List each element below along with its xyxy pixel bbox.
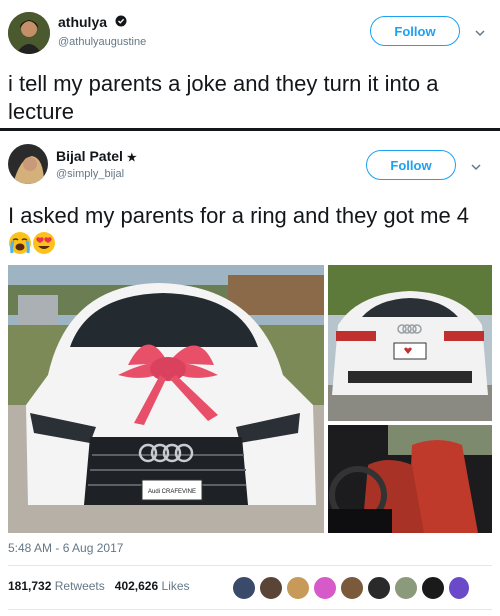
car-photo-main[interactable]: Audi CRAFEVINE bbox=[8, 265, 324, 533]
avatar[interactable] bbox=[286, 576, 310, 600]
car-photo-interior[interactable] bbox=[328, 425, 492, 533]
photo-grid: Audi CRAFEVINE bbox=[8, 265, 492, 533]
likes-label[interactable]: Likes bbox=[162, 579, 190, 593]
chevron-down-icon[interactable] bbox=[474, 26, 486, 38]
car-photo-rear[interactable] bbox=[328, 265, 492, 421]
avatar[interactable] bbox=[259, 576, 283, 600]
avatar[interactable] bbox=[421, 576, 445, 600]
divider bbox=[8, 565, 492, 566]
user-handle[interactable]: @athulyaugustine bbox=[58, 36, 146, 48]
user-handle[interactable]: @simply_bijal bbox=[56, 168, 124, 180]
tweet-2-header: Bijal Patel ★ @simply_bijal Follow bbox=[0, 144, 500, 194]
avatar[interactable] bbox=[232, 576, 256, 600]
divider bbox=[0, 128, 500, 131]
follow-button[interactable]: Follow bbox=[366, 150, 456, 180]
crying-face-icon bbox=[8, 231, 32, 255]
follow-button[interactable]: Follow bbox=[370, 16, 460, 46]
verified-badge-icon bbox=[115, 15, 127, 30]
tweet-1-header: athulya @athulyaugustine Follow bbox=[0, 10, 500, 60]
tweet-timestamp[interactable]: 5:48 AM - 6 Aug 2017 bbox=[8, 541, 123, 555]
avatar[interactable] bbox=[313, 576, 337, 600]
avatar[interactable] bbox=[340, 576, 364, 600]
avatar[interactable] bbox=[8, 144, 48, 184]
retweets-count[interactable]: 181,732 bbox=[8, 579, 51, 593]
display-name[interactable]: Bijal Patel ★ bbox=[56, 148, 137, 164]
chevron-down-icon[interactable] bbox=[470, 160, 482, 172]
star-icon: ★ bbox=[126, 152, 137, 164]
heart-eyes-face-icon bbox=[32, 231, 56, 255]
retweets-label[interactable]: Retweets bbox=[55, 579, 105, 593]
tweet-text: I asked my parents for a ring and they g… bbox=[8, 202, 492, 258]
avatar[interactable] bbox=[394, 576, 418, 600]
tweet-text: i tell my parents a joke and they turn i… bbox=[8, 71, 439, 124]
avatar[interactable] bbox=[448, 576, 470, 600]
svg-text:Audi CRAFEVINE: Audi CRAFEVINE bbox=[148, 489, 196, 495]
display-name[interactable]: athulya bbox=[58, 14, 127, 30]
likes-count[interactable]: 402,626 bbox=[115, 579, 158, 593]
avatar[interactable] bbox=[367, 576, 391, 600]
avatar[interactable] bbox=[8, 12, 50, 54]
engagement-stats: 181,732 Retweets 402,626 Likes bbox=[8, 579, 190, 593]
divider bbox=[8, 609, 492, 610]
